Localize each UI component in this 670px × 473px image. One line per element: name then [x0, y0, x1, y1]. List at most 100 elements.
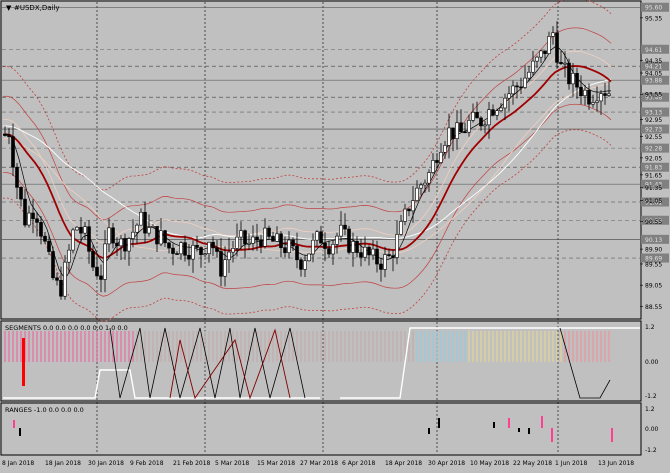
- price-axis-label: 93.55: [645, 92, 662, 99]
- price-level-label: 94.61: [645, 47, 662, 54]
- time-axis-label: 18 Jan 2018: [45, 460, 81, 467]
- candle-body: [403, 208, 407, 222]
- ranges-scale-label: -1.2: [645, 447, 657, 454]
- candle-body: [515, 85, 519, 88]
- candle-body: [27, 212, 31, 226]
- price-level-label: 92.73: [645, 127, 662, 134]
- chart-canvas: 95.6094.6194.2193.8893.4893.1392.7392.28…: [0, 0, 669, 467]
- candle-body: [459, 122, 463, 133]
- candle-body: [479, 117, 483, 127]
- candle-body: [71, 229, 75, 251]
- candle-body: [191, 245, 195, 260]
- candle-body: [347, 228, 351, 253]
- candle-body: [287, 239, 291, 253]
- candle-body: [563, 62, 567, 65]
- candle-body: [263, 227, 267, 247]
- menu-triangle-icon[interactable]: ▼: [6, 4, 12, 12]
- segments-scale-label: -1.2: [645, 393, 657, 400]
- candle-body: [463, 131, 467, 134]
- candle-body: [199, 247, 203, 255]
- time-axis-label: 8 Jan 2018: [2, 460, 34, 467]
- candle-body: [431, 160, 435, 173]
- price-axis-label: 89.90: [645, 247, 662, 254]
- candle-body: [527, 71, 531, 79]
- range-bar: [551, 428, 553, 442]
- time-axis-label: 13 Jun 2018: [598, 460, 634, 467]
- candle-body: [119, 238, 123, 247]
- time-axis-label: 1 Jun 2018: [555, 460, 587, 467]
- ranges-scale-label: 0.00: [645, 426, 659, 433]
- ranges-title: RANGES -1.0 0.0 0.0 0.0: [5, 406, 84, 414]
- candle-body: [495, 110, 499, 116]
- candle-body: [179, 242, 183, 255]
- chart-title: #USDX,Daily: [14, 4, 60, 12]
- price-level-label: 92.28: [645, 146, 662, 153]
- segments-title: SEGMENTS 0.0 0.0 0.0 0.0 0.0 1.0 0.0: [5, 324, 128, 332]
- candle-body: [583, 89, 587, 97]
- candle-body: [159, 230, 163, 245]
- candle-body: [223, 259, 227, 277]
- range-bar: [428, 428, 430, 434]
- range-bar: [13, 420, 15, 428]
- candle-body: [271, 236, 275, 242]
- candle-body: [279, 233, 283, 248]
- candle-body: [147, 227, 151, 234]
- range-bar: [528, 428, 530, 434]
- candle-body: [539, 50, 543, 58]
- candle-body: [599, 93, 603, 102]
- candle-body: [427, 172, 431, 184]
- candle-body: [151, 226, 155, 228]
- candle-body: [411, 200, 415, 212]
- time-axis-label: 27 Mar 2018: [300, 460, 338, 467]
- candle-body: [211, 241, 215, 249]
- candle-body: [603, 93, 607, 96]
- candle-body: [275, 233, 279, 242]
- candle-body: [171, 247, 175, 254]
- candle-body: [43, 235, 47, 242]
- candle-body: [315, 231, 319, 241]
- candle-body: [467, 120, 471, 133]
- candle-body: [435, 160, 439, 163]
- candle-body: [375, 248, 379, 265]
- candle-body: [231, 248, 235, 253]
- candle-body: [39, 222, 43, 237]
- candle-body: [371, 248, 375, 256]
- candle-body: [291, 239, 295, 247]
- candle-body: [3, 134, 7, 136]
- candle-body: [247, 242, 251, 245]
- time-axis-label: 30 Jan 2018: [88, 460, 124, 467]
- price-axis-label: 92.95: [645, 117, 662, 124]
- candle-body: [535, 56, 539, 62]
- candle-body: [579, 86, 583, 97]
- candle-body: [195, 245, 199, 248]
- candle-body: [235, 236, 239, 249]
- candle-body: [423, 182, 427, 186]
- candle-body: [95, 266, 99, 277]
- candle-body: [355, 241, 359, 253]
- time-axis-label: 5 Mar 2018: [215, 460, 249, 467]
- candle-body: [567, 62, 571, 85]
- candle-body: [307, 253, 311, 262]
- candle-body: [143, 211, 147, 234]
- candle-body: [267, 227, 271, 237]
- range-bar: [611, 428, 613, 442]
- candle-body: [11, 136, 15, 168]
- time-axis-label: 18 Apr 2018: [385, 460, 422, 467]
- range-bar: [508, 418, 510, 428]
- candle-body: [351, 241, 355, 253]
- candle-body: [363, 246, 367, 258]
- candle-body: [131, 231, 135, 239]
- time-axis-label: 15 Mar 2018: [257, 460, 295, 467]
- price-axis-label: 91.35: [645, 185, 662, 192]
- price-level-label: 91.83: [645, 165, 662, 172]
- candle-body: [83, 226, 87, 234]
- candle-body: [75, 226, 79, 231]
- candle-body: [63, 261, 67, 297]
- candle-body: [471, 111, 475, 121]
- candle-body: [163, 230, 167, 244]
- candle-body: [591, 102, 595, 105]
- candle-body: [115, 242, 119, 247]
- price-level-label: 90.13: [645, 237, 662, 244]
- candle-body: [339, 224, 343, 237]
- candle-body: [35, 218, 39, 223]
